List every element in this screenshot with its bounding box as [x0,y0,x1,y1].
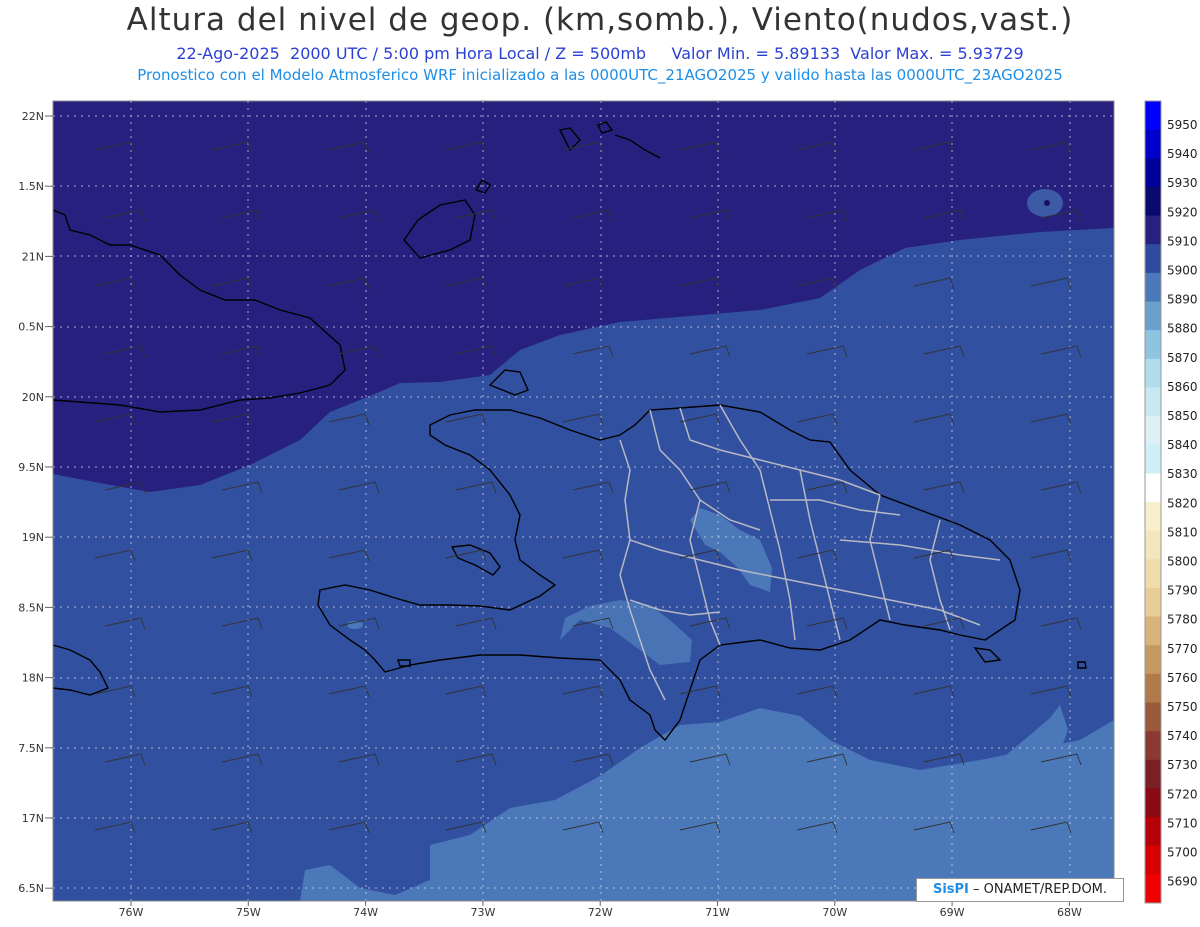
colorbar-swatch [1145,129,1161,159]
lon-tick-label: 72W [588,906,613,919]
colorbar-swatch [1145,186,1161,217]
lon-tick-label: 73W [470,906,495,919]
colorbar-swatch [1145,874,1161,904]
lon-tick-label: 68W [1057,906,1082,919]
lat-tick-label: 20N [22,391,44,404]
colorbar-swatch [1145,673,1161,703]
colorbar-label: 5760 [1167,671,1198,685]
colorbar-swatch [1145,645,1161,675]
colorbar-swatch [1145,502,1161,532]
credit-text: – ONAMET/REP.DOM. [968,882,1108,897]
geopotential-map: 22N 1.5N 21N 0.5N 20N 9.5N 19N 8.5N 18N 7.5N 17N 6.… [18,100,1198,919]
lon-tick-label: 71W [705,906,730,919]
lat-tick-label: 0.5N [18,321,44,334]
colorbar-label: 5770 [1167,642,1198,656]
lon-tick-label: 75W [236,906,261,919]
colorbar-label: 5880 [1167,322,1198,336]
lon-tick-label: 76W [119,906,144,919]
lat-tick-label: 22N [22,110,44,123]
colorbar-swatch [1145,330,1161,360]
lat-tick-label: 7.5N [18,742,44,755]
colorbar-swatch [1145,387,1161,417]
colorbar-label: 5740 [1167,729,1198,743]
lat-tick-label: 1.5N [18,180,44,193]
lat-tick-label: 18N [22,672,44,685]
colorbar-swatch [1145,530,1161,560]
colorbar-swatch [1145,101,1161,131]
colorbar-label: 5690 [1167,875,1198,889]
colorbar-label: 5860 [1167,380,1198,394]
colorbar-swatch [1145,158,1161,188]
colorbar-swatch [1145,416,1161,446]
colorbar-swatch [1145,616,1161,646]
colorbar-label: 5930 [1167,176,1198,190]
colorbar-label: 5820 [1167,496,1198,510]
lat-tick-label: 8.5N [18,601,44,614]
colorbar: 5950 5940 5930 5920 5910 5900 5890 5880 5870 5860… [1144,100,1198,904]
colorbar-label: 5790 [1167,584,1198,598]
colorbar-label: 5840 [1167,438,1198,452]
colorbar-label: 5890 [1167,293,1198,307]
colorbar-swatch [1145,587,1161,618]
lat-axis: 22N 1.5N 21N 0.5N 20N 9.5N 19N 8.5N 18N 7.5N 17N 6.… [18,110,53,895]
colorbar-swatch [1145,301,1161,331]
lat-tick-label: 6.5N [18,882,44,895]
colorbar-swatch [1145,244,1161,274]
lon-tick-label: 74W [353,906,378,919]
colorbar-swatch [1145,817,1161,847]
colorbar-label: 5800 [1167,555,1198,569]
colorbar-swatch [1145,845,1161,875]
lon-tick-label: 70W [822,906,847,919]
colorbar-label: 5710 [1167,816,1198,830]
colorbar-label: 5750 [1167,700,1198,714]
colorbar-label: 5940 [1167,147,1198,161]
sispi-logo: SisPI [932,882,969,897]
colorbar-swatch [1145,444,1161,474]
colorbar-label: 5950 [1167,118,1198,132]
colorbar-swatch [1145,759,1161,789]
colorbar-label: 5830 [1167,467,1198,481]
colorbar-swatch [1145,215,1161,245]
colorbar-label: 5870 [1167,351,1198,365]
colorbar-label: 5780 [1167,613,1198,627]
colorbar-label: 5850 [1167,409,1198,423]
lon-axis: 76W 75W 74W 73W 72W 71W 70W 69W 68W [119,901,1082,919]
colorbar-swatch [1145,788,1161,818]
colorbar-label: 5910 [1167,234,1198,248]
colorbar-label: 5700 [1167,846,1198,860]
colorbar-label: 5730 [1167,758,1198,772]
colorbar-label: 5720 [1167,787,1198,801]
credit-box: SisPI – ONAMET/REP.DOM. [916,878,1124,902]
lat-tick-label: 17N [22,812,44,825]
colorbar-swatch [1145,731,1161,761]
lat-tick-label: 9.5N [18,461,44,474]
colorbar-swatch [1145,473,1161,503]
colorbar-label: 5900 [1167,264,1198,278]
colorbar-swatch [1145,272,1161,302]
lat-tick-label: 19N [22,531,44,544]
colorbar-swatch [1145,559,1161,589]
colorbar-swatch [1145,702,1161,732]
colorbar-label: 5920 [1167,205,1198,219]
colorbar-label: 5810 [1167,525,1198,539]
lon-tick-label: 69W [940,906,965,919]
colorbar-swatch [1145,358,1161,388]
lat-tick-label: 21N [22,250,44,263]
